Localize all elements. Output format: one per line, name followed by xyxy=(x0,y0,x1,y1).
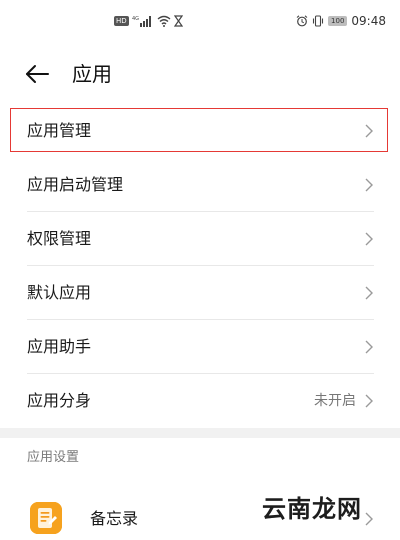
chevron-right-icon xyxy=(365,178,373,192)
memo-app-icon xyxy=(30,502,62,534)
chevron-right-icon xyxy=(365,512,373,526)
arrow-left-icon xyxy=(26,65,49,83)
status-right-group: 100 09:48 xyxy=(296,14,386,28)
hd-badge: HD xyxy=(114,16,129,26)
battery-indicator: 100 xyxy=(328,16,348,26)
header: 应用 xyxy=(0,52,400,96)
menu-item-label: 应用启动管理 xyxy=(27,175,124,194)
chevron-right-icon xyxy=(365,124,373,138)
wifi-icon xyxy=(157,12,171,31)
cellular-signal-icon: 4G xyxy=(132,12,154,31)
menu-item-label: 默认应用 xyxy=(27,283,92,302)
hourglass-icon xyxy=(173,12,183,31)
menu-item-app-launch-management[interactable]: 应用启动管理 xyxy=(0,158,400,212)
back-button[interactable] xyxy=(24,62,52,86)
chevron-right-icon xyxy=(365,286,373,300)
menu-list: 应用管理 应用启动管理 权限管理 默认应用 应用助手 应用分身 未开启 xyxy=(0,104,400,428)
menu-item-app-management[interactable]: 应用管理 xyxy=(0,104,400,158)
menu-item-value: 未开启 xyxy=(314,393,356,409)
menu-item-permission-management[interactable]: 权限管理 xyxy=(0,212,400,266)
watermark: 云南龙网 xyxy=(262,494,362,523)
app-label: 备忘录 xyxy=(90,509,139,528)
section-gap xyxy=(0,428,400,438)
menu-item-default-apps[interactable]: 默认应用 xyxy=(0,266,400,320)
menu-item-label: 应用助手 xyxy=(27,337,92,356)
section-header: 应用设置 xyxy=(27,450,80,465)
page-title: 应用 xyxy=(72,62,112,86)
menu-item-app-twin[interactable]: 应用分身 未开启 xyxy=(0,374,400,428)
menu-item-label: 应用管理 xyxy=(27,121,92,140)
network-type-label: 4G xyxy=(132,16,139,22)
menu-item-label: 应用分身 xyxy=(27,391,92,410)
status-left-group: HD 4G xyxy=(114,14,183,28)
menu-item-app-assistant[interactable]: 应用助手 xyxy=(0,320,400,374)
alarm-clock-icon xyxy=(296,12,308,31)
vibrate-icon xyxy=(312,12,324,31)
menu-item-label: 权限管理 xyxy=(27,229,92,248)
chevron-right-icon xyxy=(365,394,373,408)
chevron-right-icon xyxy=(365,340,373,354)
chevron-right-icon xyxy=(365,232,373,246)
status-time: 09:48 xyxy=(351,14,386,28)
status-bar: HD 4G 100 09:48 xyxy=(0,0,400,44)
